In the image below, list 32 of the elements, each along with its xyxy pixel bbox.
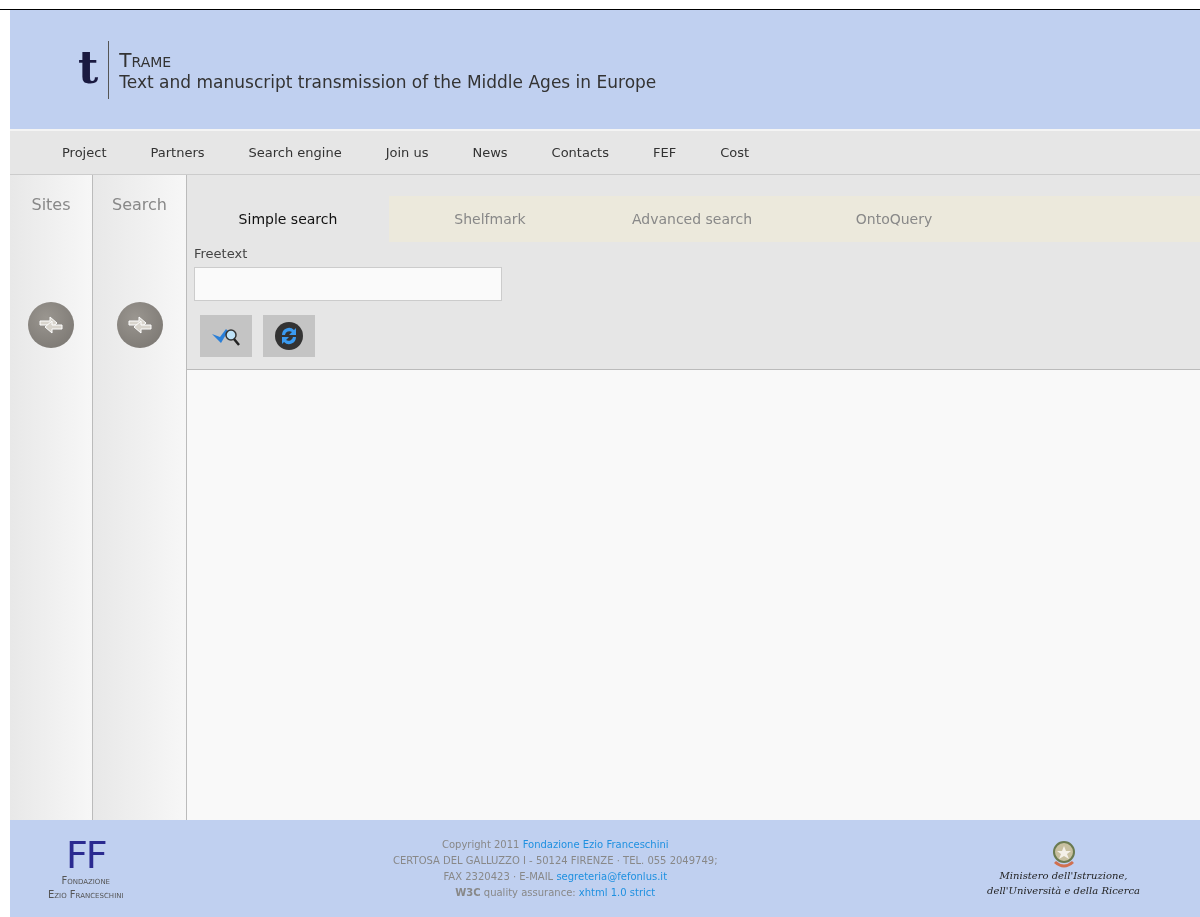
field-label: Freetext [194,246,249,261]
ministry-name: dell'Università e della Ricerca [987,883,1140,898]
toggle-button[interactable] [28,302,74,348]
nav-link[interactable]: Partners [128,145,227,160]
search-button[interactable] [200,315,252,357]
nav-link[interactable]: Cost [698,145,772,160]
swap-arrows-icon [38,315,64,335]
nav-link[interactable]: Project [40,145,129,160]
freetext-input[interactable] [194,267,502,301]
side-panel-label: Search [112,195,167,214]
swap-arrows-icon [126,315,153,335]
footer-text: Copyright 2011 Fondazione Ezio Franceschini [441,837,669,852]
site-title: Trame [119,47,173,72]
nav-link[interactable]: Search engine [226,145,364,160]
side-panel-label: Sites [31,195,71,214]
toggle-button[interactable] [116,302,163,348]
nav-link[interactable]: News [450,145,530,160]
foundation-name: Ezio Franceschini [48,887,124,902]
emblem-icon [1050,839,1077,868]
nav-link[interactable]: Contacts [529,145,631,160]
site-logo: t [78,40,110,99]
foundation-name: Fondazione [61,873,111,888]
foundation-logo: FF [65,835,106,874]
footer-text: CERTOSA DEL GALLUZZO I - 50124 FIRENZE · TEL. 055 2049749; [393,853,718,868]
nav-link[interactable]: Join us [363,145,451,160]
nav-link[interactable]: FEF [630,145,699,160]
reset-button[interactable] [263,315,315,357]
footer-text: FAX 2320423 · E-MAIL segreteria@fefonlus.it [443,869,668,884]
footer-text: W3C quality assurance: xhtml 1.0 strict [455,885,656,900]
ministry-name: Ministero dell'Istruzione, [999,868,1128,883]
refresh-icon [274,321,304,351]
site-subtitle: Text and manuscript transmission of the Middle Ages in Europe [119,71,657,92]
